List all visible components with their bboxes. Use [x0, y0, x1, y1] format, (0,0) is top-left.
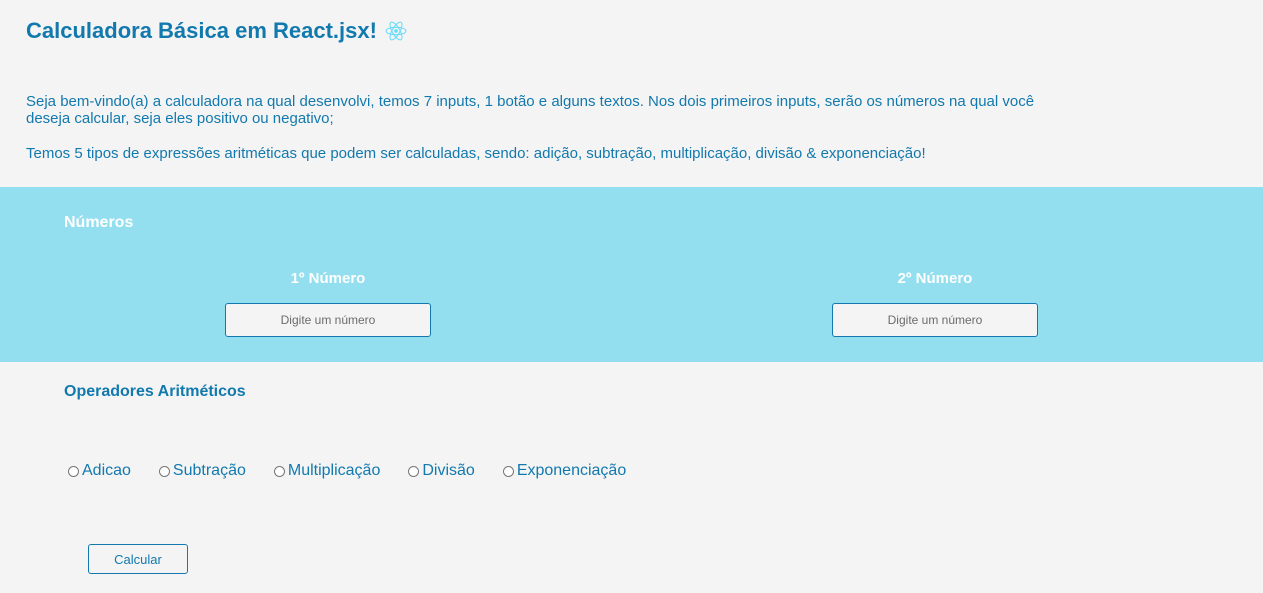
calculator-page: Calculadora Básica em React.jsx! Seja be… [0, 0, 1263, 593]
radio-button[interactable] [273, 465, 285, 477]
operator-option-adicao[interactable]: Adicao [68, 462, 131, 480]
operator-label: Divisão [422, 462, 475, 479]
first-number-input[interactable] [225, 303, 431, 337]
radio-button[interactable] [408, 465, 420, 477]
numbers-heading: Números [64, 214, 134, 231]
intro-paragraph: Seja bem-vindo(a) a calculadora na qual … [26, 93, 1035, 127]
operators-heading: Operadores Aritméticos [64, 383, 246, 400]
operator-label: Multiplicação [287, 462, 381, 479]
intro-expressions-paragraph: Temos 5 tipos de expressões aritméticas … [26, 145, 926, 162]
radio-button[interactable] [68, 465, 79, 477]
second-number-group: 2º Número [832, 270, 1038, 337]
operator-option-divisao[interactable]: Divisão [408, 462, 475, 480]
operator-option-subtracao[interactable]: Subtração [158, 462, 246, 480]
operator-label: Subtração [172, 462, 246, 479]
numbers-section: Números 1º Número 2º Número [0, 187, 1263, 362]
operator-label: Adicao [82, 462, 131, 479]
radio-button[interactable] [502, 465, 514, 477]
first-number-group: 1º Número [225, 270, 431, 337]
operator-option-multiplicacao[interactable]: Multiplicação [273, 462, 381, 480]
operator-option-exponenciacao[interactable]: Exponenciação [502, 462, 627, 480]
react-icon [385, 20, 407, 42]
calculate-button[interactable]: Calcular [88, 544, 188, 574]
operator-label: Exponenciação [516, 462, 627, 479]
radio-button[interactable] [158, 465, 170, 477]
first-number-label: 1º Número [290, 270, 366, 287]
second-number-label: 2º Número [897, 270, 973, 287]
page-title: Calculadora Básica em React.jsx! [26, 18, 407, 44]
second-number-input[interactable] [832, 303, 1038, 337]
operators-radio-group: Adicao Subtração Multiplicação Divisão E… [68, 462, 626, 480]
page-title-text: Calculadora Básica em React.jsx! [26, 18, 377, 43]
